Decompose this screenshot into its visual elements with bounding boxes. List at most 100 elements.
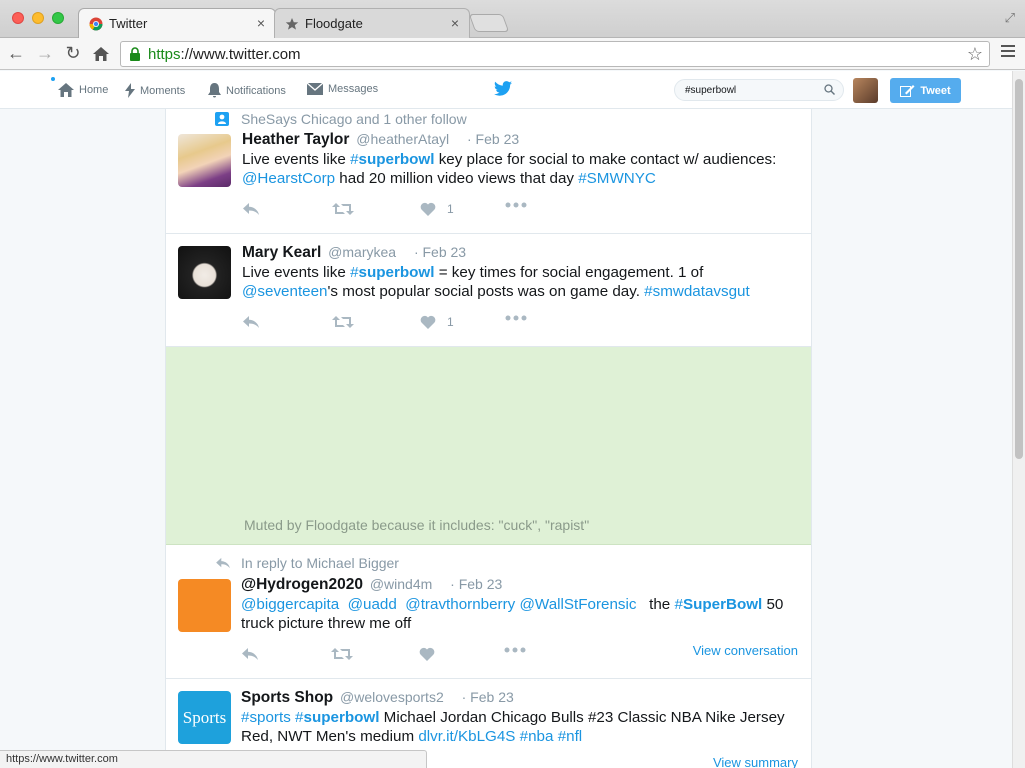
fullscreen-icon[interactable]: ⤢ [1005,10,1015,26]
retweet-button[interactable] [331,647,353,661]
like-button[interactable]: 1 [420,315,454,329]
tweet-author-handle[interactable]: @welovesports2 [340,689,444,705]
forward-icon[interactable]: → [35,43,55,64]
tweet-avatar[interactable] [178,134,231,187]
scroll-thumb[interactable] [1015,79,1023,459]
menu-icon[interactable] [1001,45,1015,60]
hashtag-link[interactable]: #superbowl [350,151,434,168]
tweet-avatar[interactable] [178,246,231,299]
nav-messages-label: Messages [328,83,379,95]
like-count: 1 [447,315,454,329]
like-button[interactable]: 1 [420,202,454,216]
like-button[interactable] [419,647,435,661]
url-text: https://www.twitter.com [148,46,301,63]
tab-twitter[interactable]: Twitter × [78,8,276,38]
hashtag-link[interactable]: #superbowl [350,264,434,281]
tab-label: Floodgate [305,16,363,31]
mention-link[interactable]: @uadd [348,596,397,613]
tweet-avatar[interactable] [178,579,231,632]
mention-link[interactable]: @HearstCorp [242,170,335,187]
reply-icon [242,648,258,660]
tweet-item[interactable]: Mary Kearl @marykea · Feb 23 Live events… [166,234,811,347]
search-input[interactable]: #superbowl [674,79,844,101]
close-window-button[interactable] [12,12,24,24]
hashtag-link[interactable]: #SMWNYC [578,170,656,187]
retweet-icon [332,316,354,328]
tab-floodgate[interactable]: Floodgate × [274,8,470,38]
nav-notifications[interactable]: Notifications [208,83,286,98]
search-icon[interactable] [824,84,835,95]
new-tab-button[interactable] [468,14,510,32]
tweet-text: Live events like #superbowl = key times … [242,264,750,300]
status-bar-url: https://www.twitter.com [0,750,427,768]
bookmark-star-icon[interactable]: ☆ [967,44,983,65]
close-tab-icon[interactable]: × [451,15,459,31]
tweet-author-name[interactable]: Mary Kearl [242,244,321,261]
tweet-actions: 1 [242,315,802,333]
hashtag-link[interactable]: #SuperBowl [674,596,762,613]
tweet-text: Live events like #superbowl key place fo… [242,151,777,187]
twitter-bird-icon[interactable] [494,81,512,96]
tweet-author-name[interactable]: Sports Shop [241,689,333,706]
browser-titlebar: Twitter × Floodgate × ⤢ [0,0,1025,38]
address-bar[interactable]: https://www.twitter.com ☆ [120,41,990,67]
hashtag-link[interactable]: #nba [520,728,554,745]
reply-button[interactable] [241,647,259,661]
reply-button[interactable] [242,202,260,216]
scrollbar[interactable] [1012,71,1025,768]
twitter-nav: Home Moments Notifications Messages #sup… [0,71,1012,109]
user-avatar[interactable] [853,78,878,103]
minimize-window-button[interactable] [32,12,44,24]
muted-reason: Muted by Floodgate because it includes: … [244,517,590,533]
nav-moments-label: Moments [140,84,186,97]
tweet-author-name[interactable]: Heather Taylor [242,131,349,148]
mention-link[interactable]: @seventeen [242,283,328,300]
tweet-item[interactable]: In reply to Michael Bigger @Hydrogen2020… [166,545,811,679]
more-dots-icon [504,647,526,653]
more-button[interactable] [504,647,526,653]
tweet-button[interactable]: Tweet [890,78,961,103]
retweet-icon [331,648,353,660]
retweet-button[interactable] [332,315,354,329]
search-input-value: #superbowl [685,85,737,96]
more-button[interactable] [505,202,527,208]
tweet-item[interactable]: SheSays Chicago and 1 other follow Heath… [166,109,811,234]
tweet-author-handle[interactable]: @heatherAtayl [356,131,449,147]
tweet-text: @biggercapita @uadd @travthornberry @Wal… [241,596,784,632]
nav-messages[interactable]: Messages [307,83,378,95]
tweet-date[interactable]: · Feb 23 [450,576,502,592]
reload-icon[interactable]: ↻ [63,43,83,64]
back-icon[interactable]: ← [6,43,26,64]
hashtag-link[interactable]: #sports [241,709,291,726]
nav-home-label: Home [79,84,109,96]
tweet-avatar[interactable]: Sports [178,691,231,744]
tweet-author-handle[interactable]: @wind4m [370,576,432,592]
tweet-author-name[interactable]: @Hydrogen2020 [241,576,363,593]
tweet-author-handle[interactable]: @marykea [328,244,396,260]
nav-moments[interactable]: Moments [125,83,185,98]
more-button[interactable] [505,315,527,321]
nav-home[interactable]: Home [58,83,108,97]
hashtag-link[interactable]: #smwdatavsgut [644,283,750,300]
star-icon [285,18,299,30]
tweet-date[interactable]: · Feb 23 [462,689,514,705]
view-summary-link[interactable]: View summary [713,755,798,768]
bell-icon [208,83,221,98]
hashtag-link[interactable]: #nfl [558,728,583,745]
reply-button[interactable] [242,315,260,329]
maximize-window-button[interactable] [52,12,64,24]
reply-icon [243,203,259,215]
close-tab-icon[interactable]: × [257,15,265,31]
mention-link[interactable]: @WallStForensic [520,596,637,613]
tweet-date[interactable]: · Feb 23 [467,131,519,147]
view-conversation-link[interactable]: View conversation [693,643,798,658]
tweet-context: SheSays Chicago and 1 other follow [215,111,467,127]
retweet-button[interactable] [332,202,354,216]
mention-link[interactable]: @travthornberry [405,596,515,613]
mention-link[interactable]: @biggercapita [241,596,339,613]
muted-tweet[interactable]: Muted by Floodgate because it includes: … [166,347,811,545]
url-link[interactable]: dlvr.it/KbLG4S [418,728,515,745]
home-icon[interactable] [92,46,110,62]
tweet-date[interactable]: · Feb 23 [414,244,466,260]
hashtag-link[interactable]: #superbowl [295,709,379,726]
